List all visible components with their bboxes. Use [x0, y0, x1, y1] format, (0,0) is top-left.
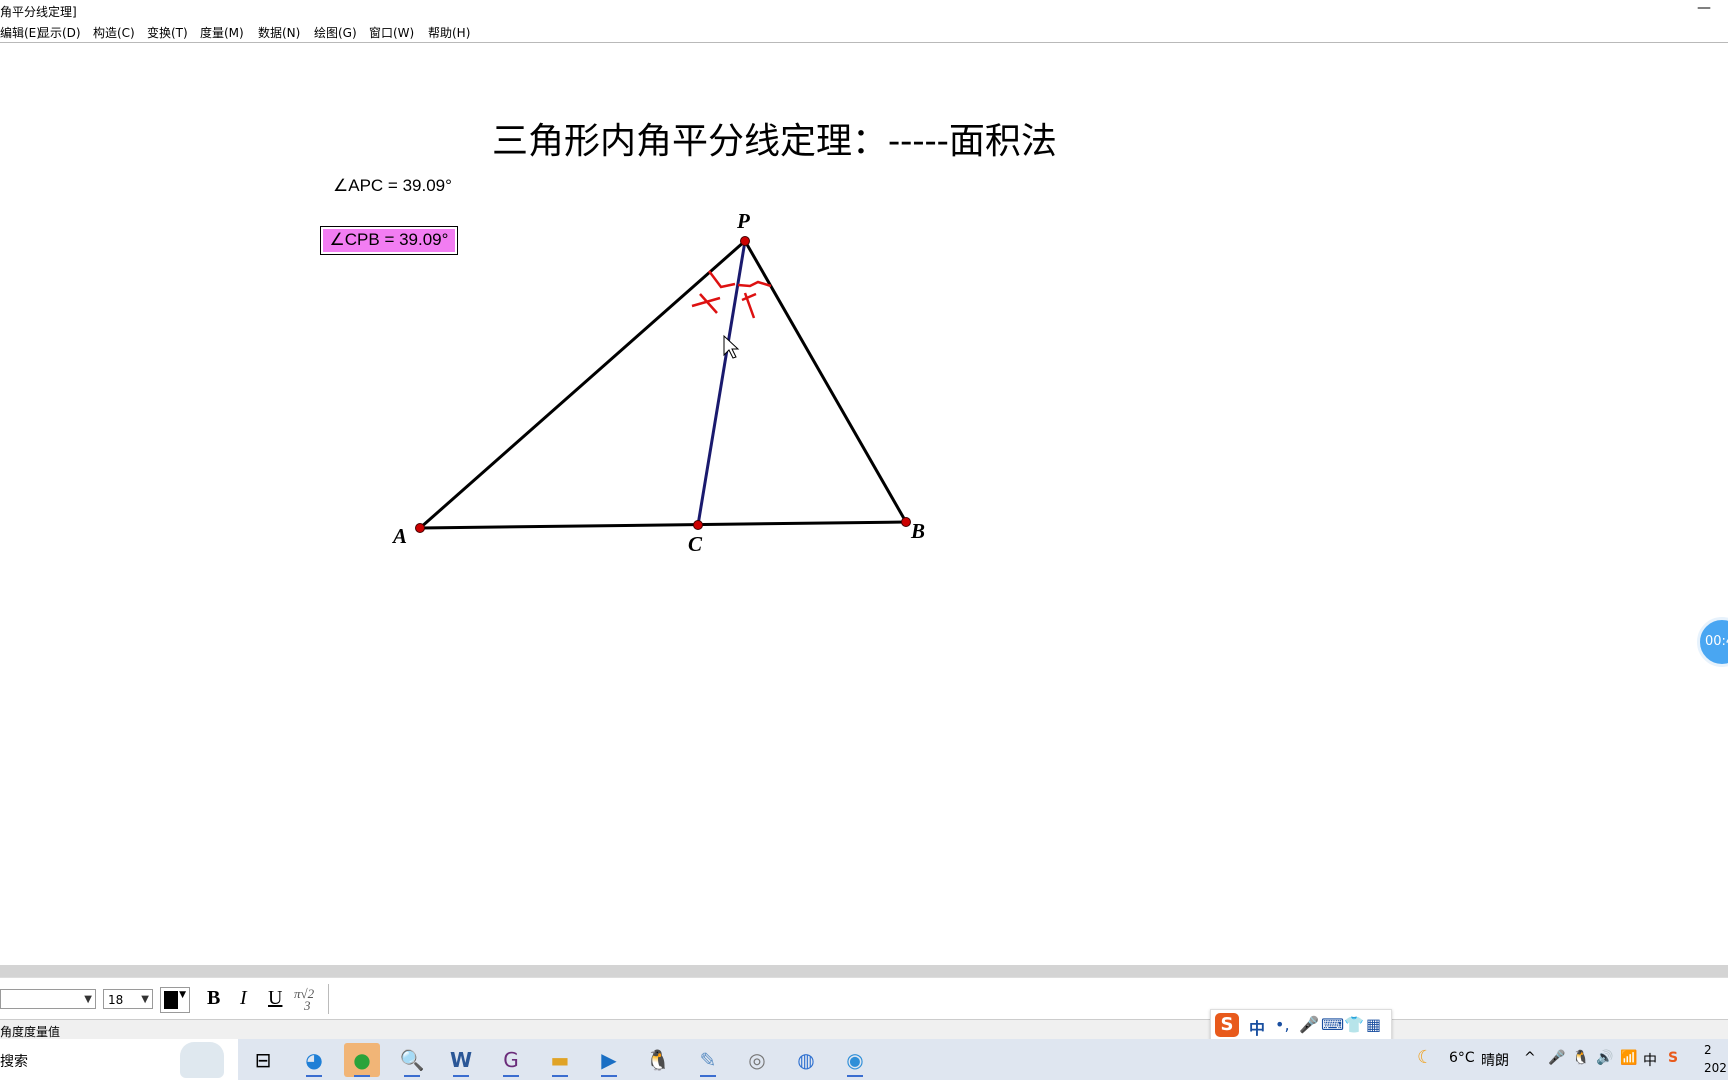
network-icon[interactable]: 📶 — [1620, 1050, 1637, 1066]
paint-icon[interactable]: ✎ — [690, 1043, 726, 1077]
microphone-icon[interactable]: 🎤 — [1548, 1050, 1565, 1066]
segment-ap[interactable] — [419, 239, 746, 530]
chevron-down-icon: ▼ — [141, 994, 149, 1005]
skin-icon[interactable]: 👕 — [1344, 1015, 1364, 1034]
bold-button[interactable]: B — [207, 987, 220, 1010]
equal-angle-mark-left — [691, 293, 721, 314]
geometry-figure: A P B C — [391, 209, 925, 556]
chevron-up-icon[interactable]: ^ — [1524, 1050, 1536, 1066]
label-a[interactable]: A — [391, 524, 407, 548]
microphone-icon[interactable]: 🎤 — [1299, 1015, 1319, 1034]
ime-toolbar[interactable]: S 中 •, 🎤 ⌨ 👕 ▦ — [1210, 1009, 1392, 1041]
text-format-toolbar: ▼ 18 ▼ ▼ B I U π√2 3 — [0, 977, 1728, 1020]
math-format-button[interactable]: π√2 3 — [294, 987, 314, 1013]
sogou-logo-icon: S — [1215, 1013, 1239, 1037]
underline-button[interactable]: U — [268, 987, 282, 1010]
point-a[interactable] — [415, 523, 425, 533]
globe-icon[interactable]: ◉ — [837, 1043, 873, 1077]
file-explorer-icon[interactable]: ▬ — [542, 1043, 578, 1077]
toolbar-divider — [328, 984, 329, 1014]
segment-ab[interactable] — [419, 520, 907, 530]
polar-bear-icon — [180, 1042, 224, 1078]
font-size-select[interactable]: 18 ▼ — [103, 989, 153, 1009]
sketchpad-icon[interactable]: ◎ — [739, 1043, 775, 1077]
edge-icon[interactable]: ◕ — [296, 1043, 332, 1077]
taskbar-search[interactable]: 搜索 — [0, 1039, 238, 1080]
ime-mode[interactable]: 中 — [1249, 1015, 1265, 1039]
equal-angle-mark-right — [741, 292, 757, 319]
label-b[interactable]: B — [910, 519, 925, 543]
sogou-browser-icon[interactable]: ◍ — [788, 1043, 824, 1077]
horizontal-scrollbar[interactable] — [0, 965, 1728, 977]
point-c[interactable] — [693, 520, 703, 530]
point-p[interactable] — [740, 236, 750, 246]
ime-indicator[interactable]: 中 — [1643, 1050, 1657, 1070]
qq-tray-icon[interactable]: 🐧 — [1572, 1050, 1589, 1066]
angle-mark-right — [737, 280, 772, 288]
qq-icon[interactable]: 🐧 — [640, 1043, 676, 1077]
color-swatch — [164, 991, 178, 1009]
status-bar: 角度度量值 — [0, 1019, 1728, 1040]
moon-icon[interactable]: ☾ — [1417, 1047, 1433, 1068]
label-p[interactable]: P — [736, 209, 750, 233]
weather-text[interactable]: 晴朗 — [1481, 1050, 1509, 1070]
geogebra-icon[interactable]: G — [493, 1043, 529, 1077]
apps-grid-icon[interactable]: ▦ — [1366, 1015, 1381, 1034]
wechat-icon[interactable]: ● — [344, 1043, 380, 1077]
italic-button[interactable]: I — [240, 987, 247, 1010]
font-size-value: 18 — [108, 993, 124, 1007]
clock-date[interactable]: 202 — [1704, 1061, 1727, 1075]
font-family-select[interactable]: ▼ — [0, 989, 96, 1009]
search-doc-icon[interactable]: 🔍 — [394, 1043, 430, 1077]
status-text: 角度度量值 — [0, 1025, 61, 1039]
word-icon[interactable]: W — [443, 1043, 479, 1077]
keyboard-icon[interactable]: ⌨ — [1321, 1015, 1344, 1034]
math-format-icon: 3 — [304, 998, 311, 1013]
text-color-button[interactable]: ▼ — [160, 987, 190, 1013]
task-view-icon[interactable]: ⊟ — [245, 1043, 281, 1077]
angle-mark-left — [708, 270, 736, 289]
media-player-icon[interactable]: ▶ — [591, 1043, 627, 1077]
segment-pb[interactable] — [743, 240, 908, 523]
sogou-tray-icon[interactable]: S — [1668, 1050, 1678, 1066]
ime-punct[interactable]: •, — [1275, 1015, 1290, 1034]
search-text: 搜索 — [0, 1054, 28, 1070]
label-c[interactable]: C — [688, 532, 703, 556]
taskbar: 搜索 ⊟ ◕ ● 🔍 W G ▬ ▶ 🐧 ✎ ◎ ◍ ◉ ☾ 6°C 晴朗 ^ … — [0, 1039, 1728, 1080]
speaker-icon[interactable]: 🔊 — [1596, 1050, 1613, 1066]
chevron-down-icon: ▼ — [84, 994, 92, 1005]
clock-time[interactable]: 2 — [1704, 1043, 1712, 1057]
point-b[interactable] — [901, 517, 911, 527]
chevron-down-icon: ▼ — [179, 990, 186, 1000]
segment-pc-bisector[interactable] — [696, 240, 747, 526]
temperature[interactable]: 6°C — [1449, 1050, 1475, 1066]
